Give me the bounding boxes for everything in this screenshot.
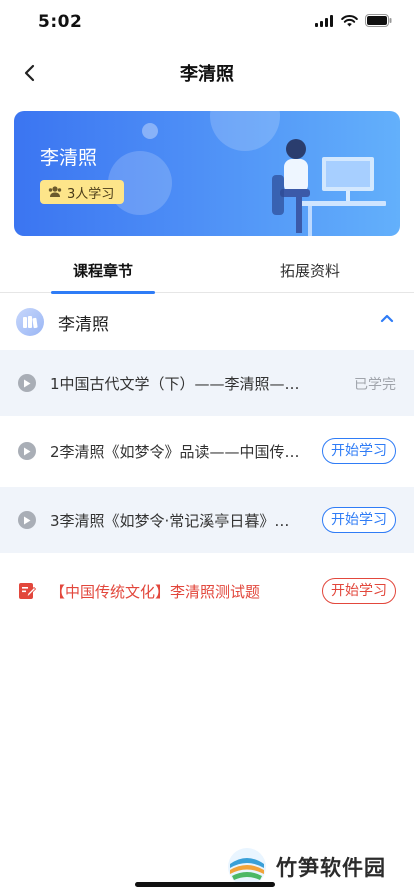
- tab-bar: 课程章节 拓展资料: [0, 248, 414, 294]
- play-icon: [18, 374, 36, 392]
- section-title: 李清照: [58, 315, 109, 335]
- tab-chapters[interactable]: 课程章节: [33, 260, 173, 294]
- lesson-row[interactable]: 1中国古代文学（下）——李清照——中国… 已学完: [0, 350, 414, 416]
- chapter-section-header[interactable]: 李清照: [0, 296, 414, 350]
- start-learning-button[interactable]: 开始学习: [322, 438, 396, 464]
- status-icons: [315, 14, 392, 27]
- banner-illustration: [272, 139, 386, 236]
- lesson-title: 2李清照《如梦令》品读——中国传…: [50, 443, 300, 461]
- tab-extended-materials[interactable]: 拓展资料: [240, 260, 380, 281]
- lesson-title: 1中国古代文学（下）——李清照——中国…: [50, 375, 314, 393]
- battery-icon: [365, 14, 392, 27]
- watermark-text: 竹笋软件园: [276, 856, 386, 880]
- play-icon: [18, 442, 36, 460]
- wifi-icon: [341, 14, 358, 26]
- quiz-edit-icon: [19, 583, 36, 599]
- lesson-title: 3李清照《如梦令·常记溪亭日暮》…: [50, 512, 290, 530]
- quiz-title: 【中国传统文化】李清照测试题: [50, 583, 261, 601]
- quiz-row[interactable]: 【中国传统文化】李清照测试题 开始学习: [0, 558, 414, 624]
- lesson-row[interactable]: 2李清照《如梦令》品读——中国传… 开始学习: [0, 418, 414, 484]
- learner-count-badge: 3人学习: [40, 180, 125, 204]
- status-bar: 5:02: [0, 0, 414, 44]
- people-icon: [48, 186, 62, 197]
- page-title: 李清照: [180, 64, 234, 85]
- play-icon: [18, 511, 36, 529]
- nav-bar: 李清照: [0, 48, 414, 96]
- course-banner: 李清照 3人学习: [14, 111, 400, 236]
- status-time: 5:02: [38, 12, 83, 32]
- start-quiz-button[interactable]: 开始学习: [322, 578, 396, 604]
- lesson-row[interactable]: 3李清照《如梦令·常记溪亭日暮》… 开始学习: [0, 487, 414, 553]
- lesson-status: 已学完: [354, 377, 396, 393]
- signal-icon: [315, 14, 333, 27]
- books-icon: [16, 308, 44, 336]
- home-indicator: [135, 882, 275, 887]
- start-learning-button[interactable]: 开始学习: [322, 507, 396, 533]
- learner-count: 3人学习: [67, 186, 115, 202]
- chevron-up-icon[interactable]: [380, 313, 394, 323]
- banner-title: 李清照: [40, 147, 98, 169]
